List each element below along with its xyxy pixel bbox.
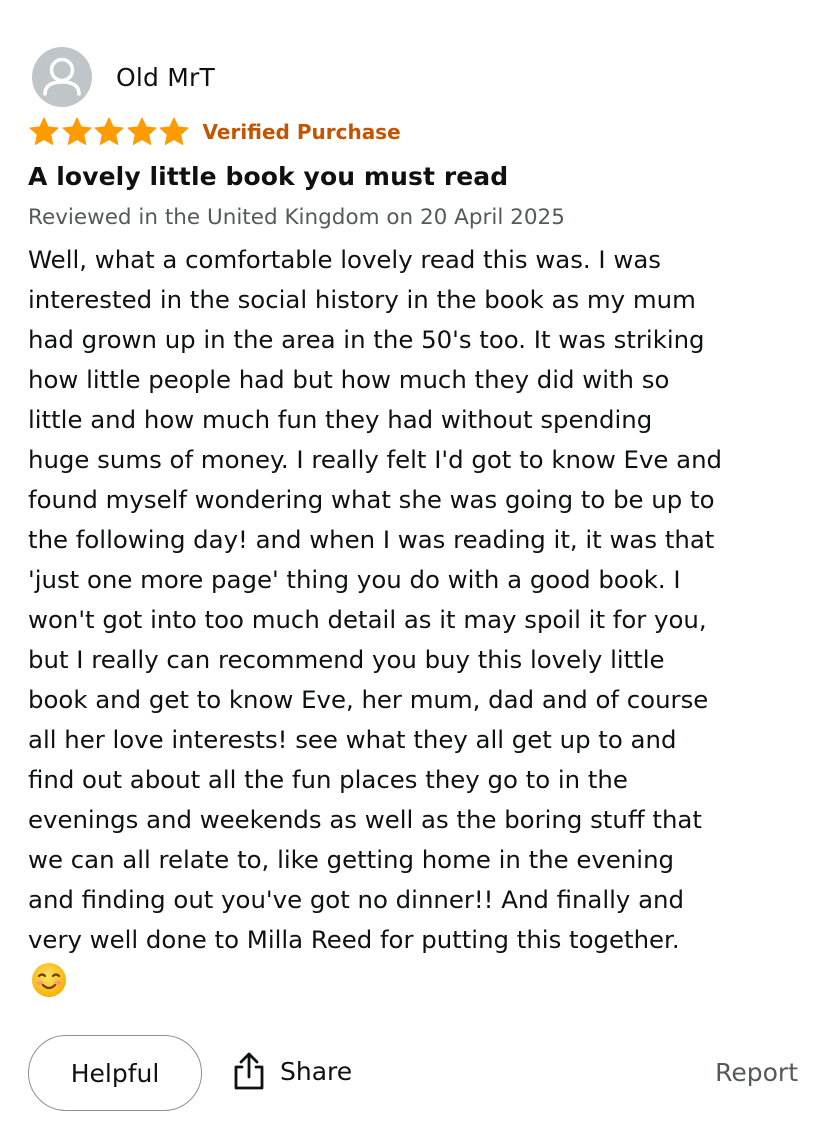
- review-title: A lovely little book you must read: [28, 162, 509, 191]
- star-icon: [159, 117, 189, 145]
- reviewer-name[interactable]: Old MrT: [116, 63, 215, 92]
- star-icon: [94, 117, 124, 145]
- cropped-previous-content: [0, 0, 828, 8]
- avatar[interactable]: [32, 47, 92, 107]
- star-icon: [61, 117, 92, 145]
- review-body: Well, what a comfortable lovely read thi…: [28, 245, 723, 954]
- star-icon: [126, 117, 157, 145]
- verified-purchase-badge: Verified Purchase: [202, 120, 401, 144]
- review-meta: Reviewed in the United Kingdom on 20 Apr…: [28, 205, 565, 230]
- star-rating[interactable]: [28, 116, 191, 148]
- user-silhouette-icon: [43, 57, 81, 96]
- rating-row: Verified Purchase: [28, 116, 401, 148]
- share-label: Share: [280, 1056, 353, 1086]
- share-button[interactable]: Share: [232, 1052, 352, 1090]
- reviewer-header: Old MrT: [32, 47, 215, 107]
- star-icon: [29, 117, 59, 145]
- helpful-button[interactable]: Helpful: [28, 1035, 202, 1111]
- report-link[interactable]: Report: [715, 1058, 798, 1087]
- share-icon: [234, 1052, 264, 1090]
- smiling-face-icon: [32, 963, 66, 997]
